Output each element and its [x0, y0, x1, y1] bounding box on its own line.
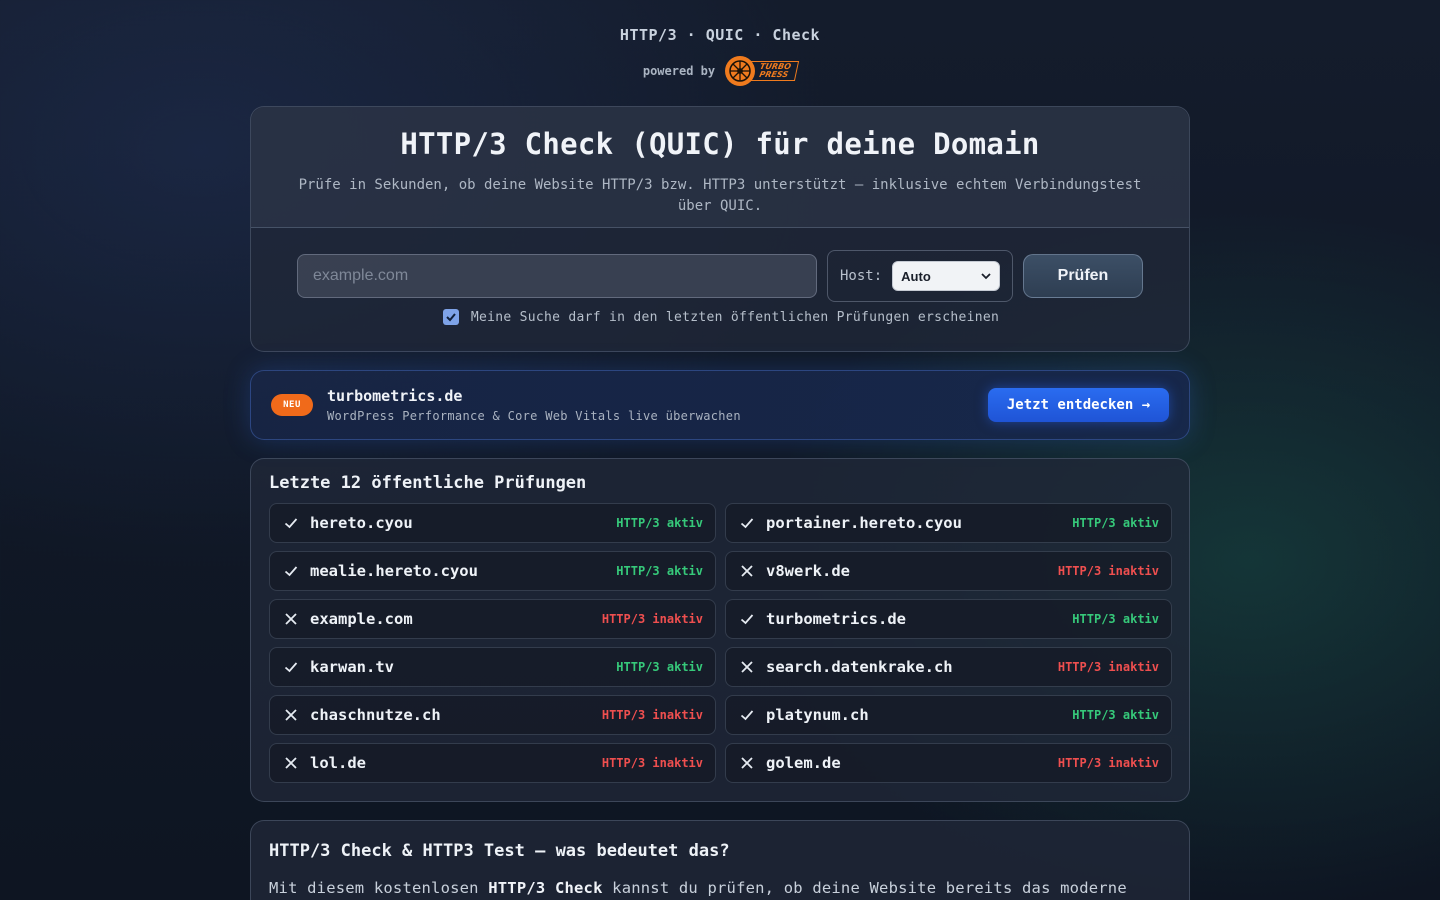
chevron-down-icon [981, 273, 991, 280]
info-title: HTTP/3 Check & HTTP3 Test – was bedeutet… [269, 841, 730, 861]
status-badge: HTTP/3 aktiv [1072, 708, 1159, 722]
check-button[interactable]: Prüfen [1023, 254, 1143, 298]
recent-check-item[interactable]: portainer.hereto.cyou HTTP/3 aktiv [725, 503, 1172, 543]
recent-check-domain: golem.de [766, 754, 841, 772]
check-icon [740, 518, 754, 529]
host-selector: Host: Auto [827, 250, 1013, 302]
powered-by: powered by TURBO PRESS [0, 56, 1440, 86]
recent-check-item[interactable]: example.com HTTP/3 inaktiv [269, 599, 716, 639]
recent-check-item[interactable]: search.datenkrake.ch HTTP/3 inaktiv [725, 647, 1172, 687]
site-header: HTTP/3 · QUIC · Check powered by TURBO P… [0, 26, 1440, 86]
status-badge: HTTP/3 aktiv [616, 516, 703, 530]
close-icon [285, 709, 297, 721]
close-icon [285, 613, 297, 625]
status-badge: HTTP/3 inaktiv [601, 708, 703, 722]
status-badge: HTTP/3 aktiv [616, 660, 703, 674]
promo-text: turbometrics.de WordPress Performance & … [327, 387, 741, 423]
close-icon [741, 565, 753, 577]
recent-check-domain: v8werk.de [766, 562, 850, 580]
recent-check-domain: mealie.hereto.cyou [310, 562, 478, 580]
turbine-icon [725, 56, 756, 86]
close-icon [741, 661, 753, 673]
host-select[interactable]: Auto [892, 261, 1000, 291]
check-icon [284, 662, 298, 673]
host-label: Host: [840, 268, 883, 284]
status-badge: HTTP/3 inaktiv [1057, 660, 1159, 674]
recent-check-domain: hereto.cyou [310, 514, 413, 532]
discover-button[interactable]: Jetzt entdecken → [988, 388, 1169, 422]
check-card-header: HTTP/3 Check (QUIC) für deine Domain Prü… [251, 107, 1189, 228]
recent-check-item[interactable]: golem.de HTTP/3 inaktiv [725, 743, 1172, 783]
recent-check-domain: search.datenkrake.ch [766, 658, 953, 676]
page-title: HTTP/3 Check (QUIC) für deine Domain [400, 127, 1040, 161]
recent-check-domain: portainer.hereto.cyou [766, 514, 962, 532]
status-badge: HTTP/3 inaktiv [1057, 564, 1159, 578]
promo-banner: NEU turbometrics.de WordPress Performanc… [250, 370, 1190, 440]
recent-check-domain: chaschnutze.ch [310, 706, 441, 724]
recent-check-item[interactable]: turbometrics.de HTTP/3 aktiv [725, 599, 1172, 639]
site-title: HTTP/3 · QUIC · Check [619, 26, 821, 44]
recent-check-item[interactable]: karwan.tv HTTP/3 aktiv [269, 647, 716, 687]
recent-check-item[interactable]: mealie.hereto.cyou HTTP/3 aktiv [269, 551, 716, 591]
recent-checks: Letzte 12 öffentliche Prüfungen hereto.c… [250, 458, 1190, 802]
info-section: HTTP/3 Check & HTTP3 Test – was bedeutet… [250, 820, 1190, 900]
turbopress-logo[interactable]: TURBO PRESS [725, 56, 800, 86]
consent-checkbox[interactable] [442, 309, 459, 325]
check-icon [740, 710, 754, 721]
promo-title: turbometrics.de [327, 387, 463, 405]
recent-checks-title: Letzte 12 öffentliche Prüfungen [269, 473, 587, 493]
recent-check-domain: karwan.tv [310, 658, 394, 676]
status-badge: HTTP/3 inaktiv [601, 612, 703, 626]
check-icon [284, 518, 298, 529]
status-badge: HTTP/3 aktiv [616, 564, 703, 578]
recent-check-domain: example.com [310, 610, 413, 628]
close-icon [741, 757, 753, 769]
new-badge: NEU [271, 394, 313, 416]
recent-check-domain: turbometrics.de [766, 610, 906, 628]
recent-check-item[interactable]: hereto.cyou HTTP/3 aktiv [269, 503, 716, 543]
public-consent[interactable]: Meine Suche darf in den letzten öffentli… [251, 309, 1191, 325]
recent-check-item[interactable]: v8werk.de HTTP/3 inaktiv [725, 551, 1172, 591]
page-subtitle: Prüfe in Sekunden, ob deine Website HTTP… [298, 177, 1142, 214]
close-icon [285, 757, 297, 769]
recent-check-domain: lol.de [310, 754, 366, 772]
info-text: Mit diesem kostenlosen HTTP/3 Check kann… [269, 879, 1127, 897]
promo-subtitle: WordPress Performance & Core Web Vitals … [327, 409, 741, 423]
recent-check-item[interactable]: platynum.ch HTTP/3 aktiv [725, 695, 1172, 735]
host-select-value: Auto [901, 268, 931, 284]
check-form: Host: Auto Prüfen [297, 250, 1143, 302]
domain-input[interactable] [297, 254, 817, 298]
recent-check-item[interactable]: chaschnutze.ch HTTP/3 inaktiv [269, 695, 716, 735]
status-badge: HTTP/3 aktiv [1072, 612, 1159, 626]
recent-check-item[interactable]: lol.de HTTP/3 inaktiv [269, 743, 716, 783]
powered-by-label: powered by [642, 64, 716, 78]
check-card: HTTP/3 Check (QUIC) für deine Domain Prü… [250, 106, 1190, 352]
status-badge: HTTP/3 inaktiv [601, 756, 703, 770]
recent-checks-grid: hereto.cyou HTTP/3 aktiv portainer.hereto.… [269, 503, 1172, 783]
check-icon [740, 614, 754, 625]
recent-check-domain: platynum.ch [766, 706, 869, 724]
status-badge: HTTP/3 inaktiv [1057, 756, 1159, 770]
consent-label: Meine Suche darf in den letzten öffentli… [470, 309, 1000, 325]
check-icon [446, 313, 456, 322]
check-icon [284, 566, 298, 577]
status-badge: HTTP/3 aktiv [1072, 516, 1159, 530]
